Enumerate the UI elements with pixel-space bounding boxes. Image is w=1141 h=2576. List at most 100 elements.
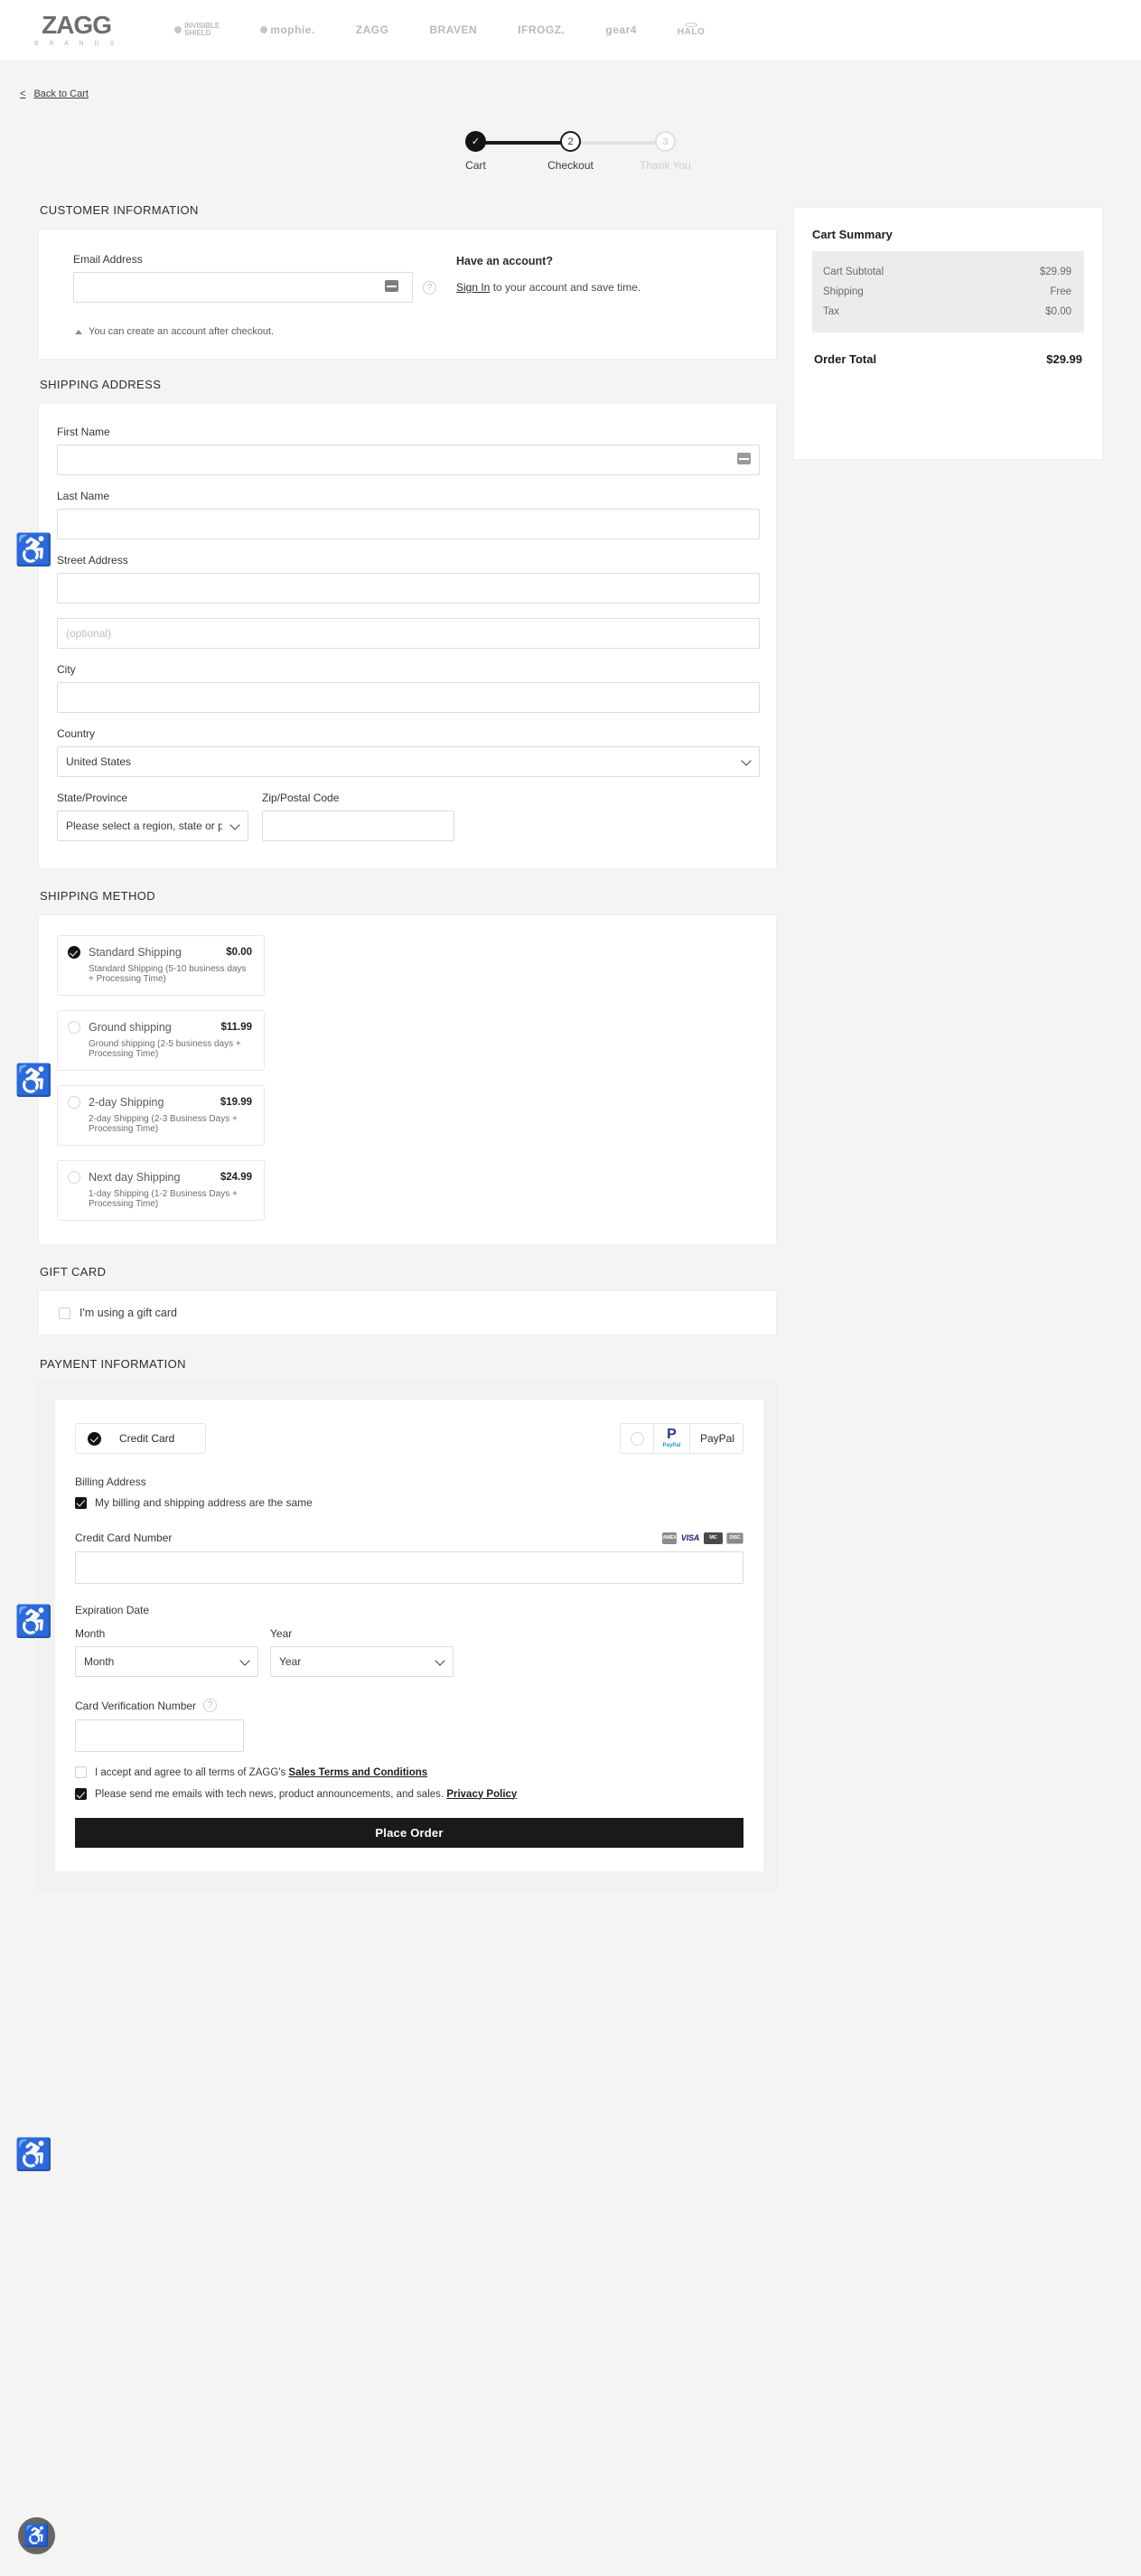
brand-logo-mophie[interactable]: mophie. bbox=[260, 23, 315, 36]
cart-line-label: Shipping bbox=[823, 286, 864, 297]
terms-checkbox[interactable] bbox=[75, 1766, 87, 1778]
shipping-option-name: 2-day Shipping bbox=[89, 1096, 164, 1109]
brand-invisibleshield-line2: SHIELD bbox=[184, 29, 211, 37]
back-to-cart-link[interactable]: < Back to Cart bbox=[20, 89, 89, 99]
shipping-option-desc: 2-day Shipping (2-3 Business Days + Proc… bbox=[89, 1114, 238, 1134]
shipping-method-title: SHIPPING METHOD bbox=[40, 889, 156, 903]
terms-row[interactable]: I accept and agree to all terms of ZAGG'… bbox=[75, 1766, 744, 1778]
last-name-label: Last Name bbox=[57, 490, 110, 502]
state-select[interactable]: Please select a region, state or provinc… bbox=[57, 810, 248, 841]
emails-row[interactable]: Please send me emails with tech news, pr… bbox=[75, 1788, 744, 1800]
brand-logo-ifrogz[interactable]: IFROGZ. bbox=[518, 23, 565, 36]
last-name-group: Last Name bbox=[57, 490, 760, 539]
signin-rest-text: to your account and save time. bbox=[490, 281, 641, 294]
zagg-brands-logo[interactable]: ZAGG B R A N D S bbox=[34, 13, 118, 48]
gift-card-checkbox[interactable] bbox=[59, 1307, 70, 1319]
expiration-year-group: Year Year bbox=[270, 1627, 454, 1677]
amex-card-icon: AMEX bbox=[662, 1532, 677, 1544]
step-checkout-badge: 2 bbox=[560, 131, 581, 152]
city-input[interactable] bbox=[57, 682, 760, 713]
email-label: Email Address bbox=[73, 253, 143, 266]
contact-card-icon[interactable] bbox=[737, 453, 751, 464]
city-group: City bbox=[57, 663, 760, 713]
zip-input[interactable] bbox=[262, 810, 454, 841]
last-name-input[interactable] bbox=[57, 509, 760, 539]
shipping-option-price: $19.99 bbox=[220, 1097, 252, 1108]
expiration-month-group: Month Month bbox=[75, 1627, 258, 1677]
radio-unchecked-icon[interactable] bbox=[68, 1171, 80, 1184]
street-address-label: Street Address bbox=[57, 554, 128, 567]
gift-card-card: I'm using a gift card bbox=[38, 1290, 777, 1335]
sales-terms-link[interactable]: Sales Terms and Conditions bbox=[288, 1767, 427, 1778]
brand-logo-invisibleshield[interactable]: INVISIBLE SHIELD bbox=[174, 22, 220, 38]
payment-method-paypal-label: PayPal bbox=[700, 1432, 735, 1445]
shipping-method-card: Standard Shipping $0.00 Standard Shippin… bbox=[38, 914, 777, 1245]
payment-information-card: Credit Card P PayPal PayPal Billing Addr… bbox=[38, 1382, 777, 1889]
country-select[interactable]: United States bbox=[57, 746, 760, 777]
step-thank-you: 3 Thank You bbox=[634, 131, 697, 172]
accepted-cards: AMEX VISA MC DISC bbox=[662, 1532, 744, 1544]
place-order-button[interactable]: Place Order bbox=[75, 1818, 744, 1848]
expiration-month-select[interactable]: Month bbox=[75, 1646, 258, 1677]
brand-logo-zagg[interactable]: ZAGG bbox=[356, 23, 389, 36]
zip-label: Zip/Postal Code bbox=[262, 792, 340, 804]
payment-method-paypal[interactable]: P PayPal PayPal bbox=[620, 1423, 744, 1454]
radio-checked-icon[interactable] bbox=[88, 1431, 101, 1446]
country-group: Country United States bbox=[57, 727, 760, 777]
street-address-input[interactable] bbox=[57, 573, 760, 604]
shipping-option-standard[interactable]: Standard Shipping $0.00 Standard Shippin… bbox=[57, 935, 265, 996]
cart-line-shipping: Shipping Free bbox=[823, 282, 1071, 302]
payment-method-credit-card[interactable]: Credit Card bbox=[75, 1423, 206, 1454]
checkout-side-column: Cart Summary Cart Subtotal $29.99 Shippi… bbox=[793, 207, 1103, 460]
street-address-2-input[interactable] bbox=[57, 618, 760, 649]
step-cart[interactable]: ✓ Cart bbox=[444, 131, 508, 172]
first-name-input[interactable] bbox=[57, 445, 760, 475]
email-help-icon[interactable]: ? bbox=[423, 280, 436, 295]
privacy-policy-link[interactable]: Privacy Policy bbox=[446, 1789, 517, 1800]
first-name-label: First Name bbox=[57, 426, 110, 438]
paypal-p-mark: P bbox=[667, 1427, 677, 1443]
checkout-page: < Back to Cart ✓ Cart 2 Checkout 3 Thank… bbox=[0, 60, 1141, 1889]
state-group: State/Province Please select a region, s… bbox=[57, 792, 248, 841]
billing-same-label: My billing and shipping address are the … bbox=[95, 1496, 313, 1509]
accessibility-widget-button[interactable]: ♿ bbox=[18, 2517, 55, 2554]
cart-order-total-row: Order Total $29.99 bbox=[812, 352, 1084, 366]
emails-checkbox[interactable] bbox=[75, 1788, 87, 1800]
payment-information-title: PAYMENT INFORMATION bbox=[40, 1357, 186, 1371]
shipping-address-title: SHIPPING ADDRESS bbox=[40, 378, 162, 391]
brand-logo-braven[interactable]: BRAVEN bbox=[429, 23, 477, 36]
chevron-left-icon: < bbox=[20, 89, 26, 99]
radio-checked-icon[interactable] bbox=[68, 946, 80, 959]
email-input[interactable] bbox=[73, 272, 413, 303]
shipping-option-price: $11.99 bbox=[220, 1022, 252, 1033]
gift-card-title: GIFT CARD bbox=[40, 1265, 107, 1279]
radio-unchecked-icon[interactable] bbox=[68, 1021, 80, 1034]
mastercard-card-icon: MC bbox=[704, 1532, 723, 1544]
billing-same-checkbox[interactable] bbox=[75, 1496, 87, 1509]
brand-logo-halo[interactable]: HALO bbox=[678, 23, 705, 37]
shipping-option-price: $0.00 bbox=[226, 947, 252, 958]
cart-line-label: Cart Subtotal bbox=[823, 267, 884, 277]
shipping-option-2day[interactable]: 2-day Shipping $19.99 2-day Shipping (2-… bbox=[57, 1085, 265, 1146]
credit-card-number-input[interactable] bbox=[75, 1551, 744, 1584]
first-name-group: First Name bbox=[57, 426, 760, 475]
state-label: State/Province bbox=[57, 792, 128, 804]
radio-unchecked-icon[interactable] bbox=[631, 1431, 644, 1446]
cvv-input[interactable] bbox=[75, 1719, 244, 1752]
order-total-label: Order Total bbox=[814, 352, 877, 366]
create-account-note: You can create an account after checkout… bbox=[75, 326, 758, 337]
brand-logo-gear4[interactable]: gear4 bbox=[605, 23, 637, 36]
billing-same-row[interactable]: My billing and shipping address are the … bbox=[75, 1496, 744, 1509]
sign-in-link[interactable]: Sign In bbox=[456, 281, 490, 294]
step-checkout[interactable]: 2 Checkout bbox=[539, 131, 603, 172]
emails-pre-text: Please send me emails with tech news, pr… bbox=[95, 1788, 447, 1800]
shipping-option-nextday[interactable]: Next day Shipping $24.99 1-day Shipping … bbox=[57, 1160, 265, 1221]
month-label: Month bbox=[75, 1627, 106, 1640]
cart-line-tax: Tax $0.00 bbox=[823, 302, 1071, 322]
expiration-year-select[interactable]: Year bbox=[270, 1646, 454, 1677]
cvv-help-icon[interactable]: ? bbox=[203, 1699, 218, 1712]
autofill-icon[interactable] bbox=[385, 280, 398, 292]
shipping-option-ground[interactable]: Ground shipping $11.99 Ground shipping (… bbox=[57, 1010, 265, 1071]
radio-unchecked-icon[interactable] bbox=[68, 1096, 80, 1109]
expiration-date-label: Expiration Date bbox=[75, 1604, 150, 1616]
